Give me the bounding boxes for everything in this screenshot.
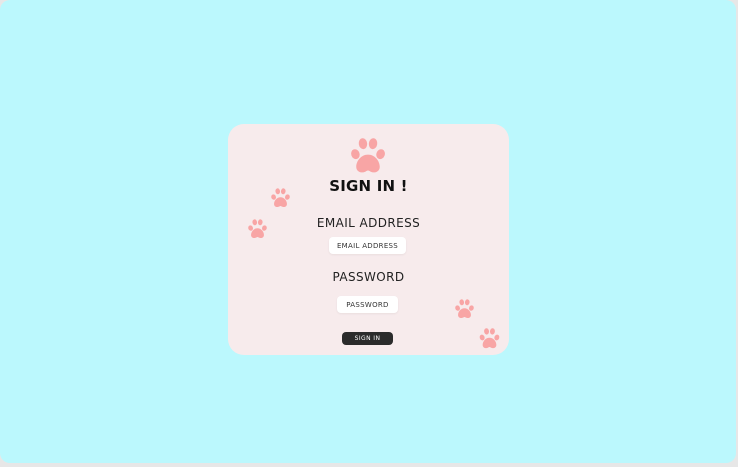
sign-in-card: Sign In ! Email Address Password Sign In (228, 124, 509, 355)
sign-in-button[interactable]: Sign In (342, 332, 393, 345)
paw-icon (453, 298, 476, 319)
email-label: Email Address (316, 216, 421, 230)
email-field[interactable] (329, 237, 406, 254)
password-label: Password (332, 270, 405, 284)
form-title: Sign In ! (329, 177, 408, 195)
paw-icon (477, 327, 502, 349)
paw-icon (347, 136, 389, 174)
page-background: Sign In ! Email Address Password Sign In (0, 0, 736, 463)
password-field[interactable] (337, 296, 398, 313)
